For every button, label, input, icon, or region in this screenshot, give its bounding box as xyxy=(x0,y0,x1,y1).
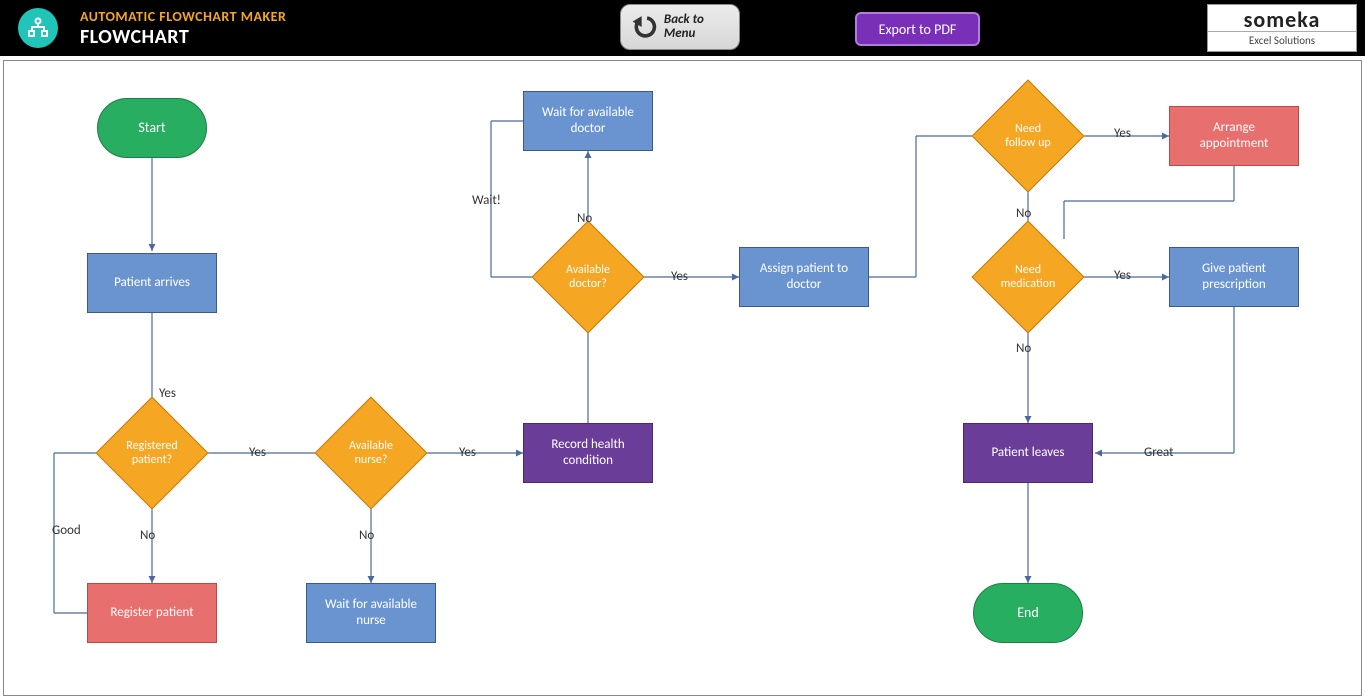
export-pdf-button[interactable]: Export to PDF xyxy=(855,12,980,46)
header-titles: AUTOMATIC FLOWCHART MAKER FLOWCHART xyxy=(80,8,286,49)
app-title: AUTOMATIC FLOWCHART MAKER xyxy=(80,8,286,25)
edge-label-no: No xyxy=(1016,341,1031,356)
edge-label-wait: Wait! xyxy=(472,193,501,208)
edge-label-yes: Yes xyxy=(249,445,266,460)
back-label: Back to Menu xyxy=(664,13,731,42)
node-patient-arrives[interactable]: Patient arrives xyxy=(87,253,217,313)
edge-label-great: Great xyxy=(1144,445,1174,460)
node-end[interactable]: End xyxy=(973,583,1083,643)
edge-label-no: No xyxy=(577,211,592,226)
edge-label-yes: Yes xyxy=(671,269,688,284)
node-record-health[interactable]: Record health condition xyxy=(523,423,653,483)
node-arrange-appointment[interactable]: Arrange appointment xyxy=(1169,106,1299,166)
edge-label-yes: Yes xyxy=(159,386,176,401)
brand-name: someka xyxy=(1244,9,1321,31)
node-available-doctor[interactable]: Available doctor? xyxy=(548,237,628,317)
edge-label-yes: Yes xyxy=(459,445,476,460)
node-register-patient[interactable]: Register patient xyxy=(87,583,217,643)
node-available-nurse[interactable]: Available nurse? xyxy=(331,413,411,493)
brand-logo: someka Excel Solutions xyxy=(1207,4,1357,52)
header: AUTOMATIC FLOWCHART MAKER FLOWCHART Back… xyxy=(0,0,1365,56)
node-wait-nurse[interactable]: Wait for available nurse xyxy=(306,583,436,643)
app-logo-icon xyxy=(18,8,58,48)
edge-label-yes: Yes xyxy=(1114,268,1131,283)
edge-label-no: No xyxy=(359,528,374,543)
node-wait-doctor[interactable]: Wait for available doctor xyxy=(523,91,653,151)
back-arrow-icon xyxy=(629,11,658,43)
node-assign-patient[interactable]: Assign patient to doctor xyxy=(739,247,869,307)
node-need-medication[interactable]: Need medication xyxy=(988,237,1068,317)
node-start[interactable]: Start xyxy=(97,98,207,158)
node-need-follow-up[interactable]: Need follow up xyxy=(988,96,1068,176)
edge-label-no: No xyxy=(140,528,155,543)
edge-label-good: Good xyxy=(52,523,81,538)
edge-label-yes: Yes xyxy=(1114,126,1131,141)
node-give-prescription[interactable]: Give patient prescription xyxy=(1169,247,1299,307)
page-title: FLOWCHART xyxy=(80,25,286,49)
node-registered-patient[interactable]: Registered patient? xyxy=(112,413,192,493)
brand-subtitle: Excel Solutions xyxy=(1208,31,1356,47)
node-patient-leaves[interactable]: Patient leaves xyxy=(963,423,1093,483)
back-to-menu-button[interactable]: Back to Menu xyxy=(620,4,740,50)
edge-label-no: No xyxy=(1016,206,1031,221)
flowchart-canvas: Start Patient arrives Registered patient… xyxy=(3,60,1362,696)
